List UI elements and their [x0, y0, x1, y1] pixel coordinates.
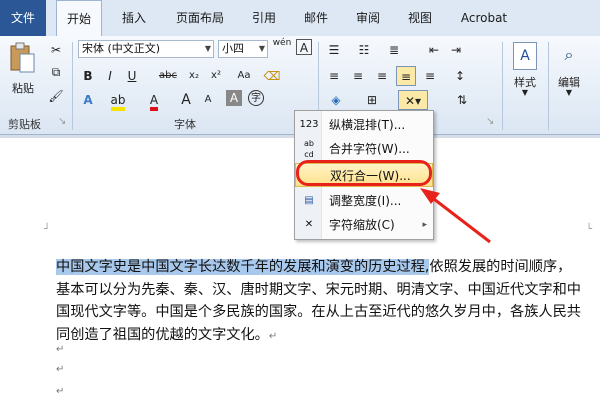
- annotation-arrow: [420, 188, 491, 244]
